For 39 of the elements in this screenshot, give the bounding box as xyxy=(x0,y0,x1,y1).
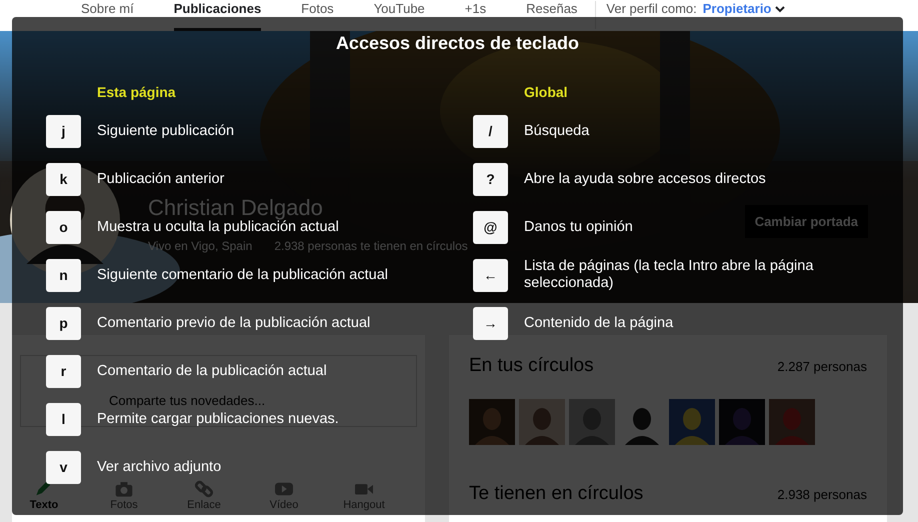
shortcut-description: Comentario previo de la publicación actual xyxy=(97,314,370,332)
key-cap: l xyxy=(46,402,81,436)
section-heading: Global xyxy=(524,84,569,102)
key-cap: j xyxy=(46,114,81,148)
circles-title: En tus círculos xyxy=(469,355,594,377)
key-cap: ← xyxy=(473,258,508,292)
dialog-title: Accesos directos de teclado xyxy=(334,33,580,54)
key-cap: n xyxy=(46,258,81,292)
profile-name: Christian Delgado xyxy=(148,195,324,220)
location-text: Vivo en Vigo, Spain xyxy=(148,239,252,253)
key-cap: v xyxy=(46,450,81,484)
shortcut-description: Contenido de la página xyxy=(524,314,674,332)
key-cap: k xyxy=(46,162,81,196)
key-cap: p xyxy=(46,306,81,340)
key-cap: r xyxy=(46,354,81,388)
section-heading: Esta página xyxy=(97,84,177,102)
shortcut-description: Ver archivo adjunto xyxy=(97,458,222,476)
key-cap: @ xyxy=(473,210,508,244)
shortcut-description: Lista de páginas (la tecla Intro abre la página seleccionada) xyxy=(524,258,814,292)
caret-icon xyxy=(775,4,786,12)
key-cap: o xyxy=(46,210,81,244)
shortcut-description: Permite cargar publicaciones nuevas. xyxy=(97,410,339,428)
followers-text: 2.938 personas te tienen en círculos xyxy=(274,239,468,253)
shortcut-description: Muestra u oculta la publicación actual xyxy=(97,218,339,236)
shortcut-description: Siguiente comentario de la publicación actual xyxy=(97,266,388,284)
view-as-label: Ver perfil como: xyxy=(606,1,697,16)
shortcut-description: Siguiente publicación xyxy=(97,122,234,140)
view-as-dropdown[interactable]: Propietario xyxy=(702,1,786,16)
key-cap: → xyxy=(473,306,508,340)
shortcut-description: Abre la ayuda sobre accesos directos xyxy=(524,170,766,188)
key-cap: ? xyxy=(473,162,508,196)
key-cap: / xyxy=(473,114,508,148)
circles-title: Te tienen en círculos xyxy=(469,483,644,505)
shortcut-description: Comentario de la publicación actual xyxy=(97,362,327,380)
shortcut-description: Publicación anterior xyxy=(97,170,224,188)
shortcut-description: Danos tu opinión xyxy=(524,218,633,236)
circles-count: 2.938 personas xyxy=(777,487,867,502)
shortcut-description: Búsqueda xyxy=(524,122,590,140)
circles-count: 2.287 personas xyxy=(777,359,867,374)
